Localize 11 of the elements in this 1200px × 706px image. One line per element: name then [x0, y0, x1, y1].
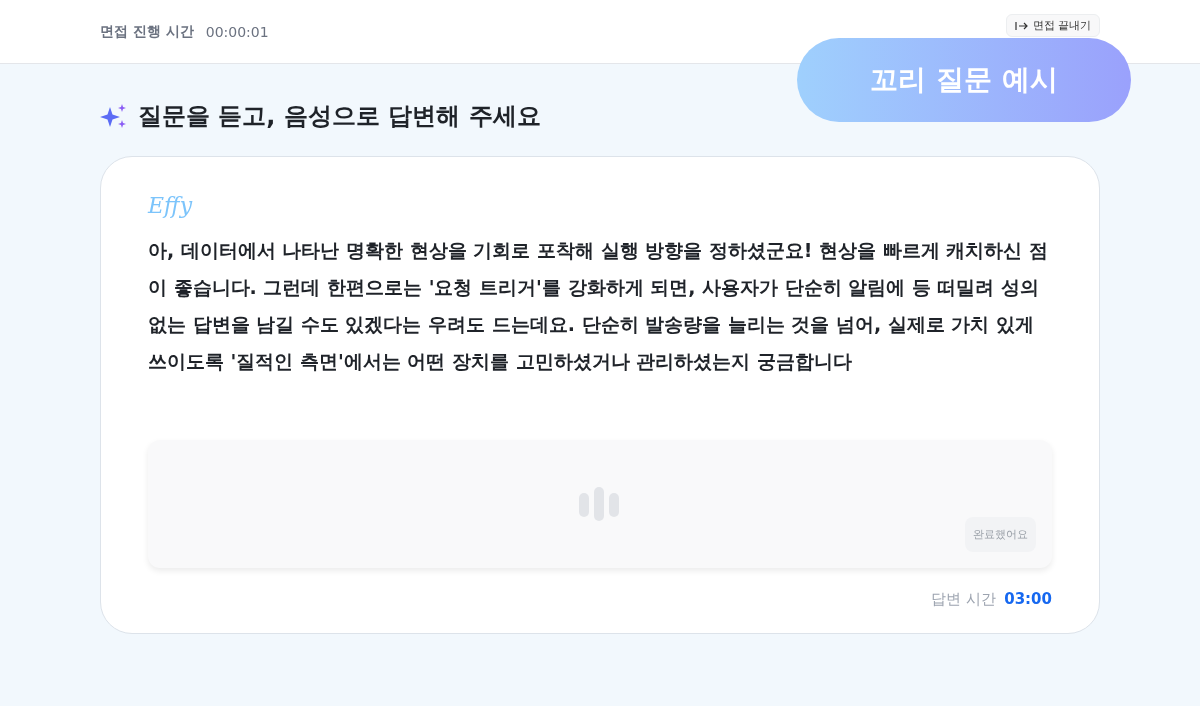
follow-up-example-button[interactable]: 꼬리 질문 예시: [797, 38, 1131, 122]
elapsed-time: 00:00:01: [205, 23, 269, 40]
question-text: 아, 데이터에서 나타난 명확한 현상을 기회로 포착해 실행 방향을 정하셨군요! 현상을 빠르게 캐치하신 점이 좋습니다. 그런데 한편으로는 '요청 트리거'를 강화하게 되면, 사용자가 단순히 알림에 등 떠밀려 성의 없는 답변을 남길 수도 있겠다는 우려도 드는데요. 단순히 발송량을 늘리는 것을 넘어, 실제로 가치 있게 쓰이도록 '질적인 측면'에서는 어떤 장치를 고민하셨거나 관리하셨는지 궁금합니다: [148, 238, 1049, 374]
timer-label: 면접 진행 시간: [100, 22, 194, 41]
answer-time-label: 답변 시간: [931, 590, 997, 609]
speaker-name: Effy: [148, 193, 194, 218]
sparkle-icon: [100, 102, 128, 130]
end-interview-button[interactable]: 면접 끝내기: [1005, 14, 1100, 37]
answer-time: 03:00: [1004, 590, 1052, 609]
exit-icon: [1014, 20, 1029, 31]
page-heading: 질문을 듣고, 음성으로 답변해 주세요: [138, 101, 541, 132]
